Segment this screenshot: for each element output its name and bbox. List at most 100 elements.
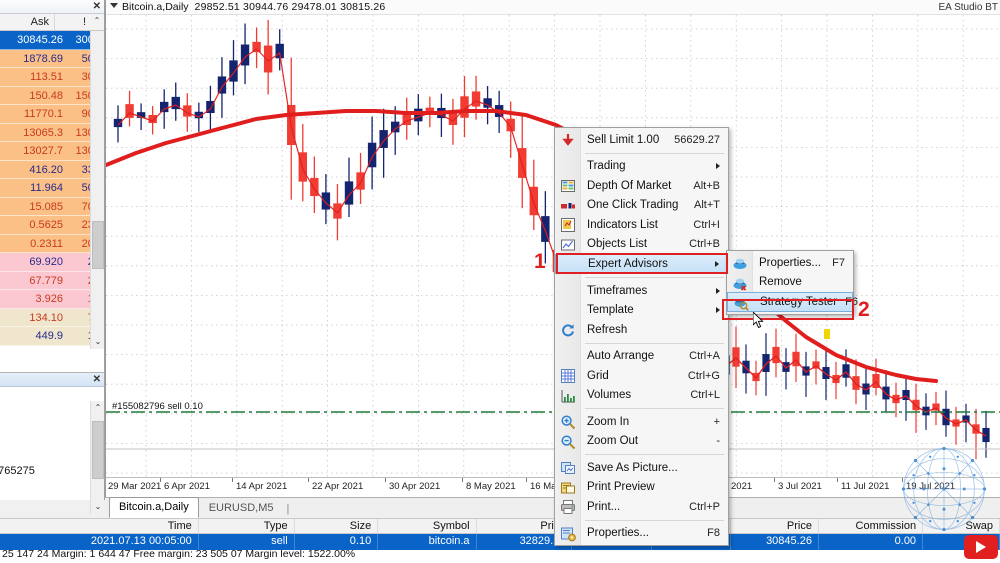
- submenu-item-strategy-tester[interactable]: Strategy Tester F6: [727, 292, 858, 312]
- menu-item-template[interactable]: Template: [555, 301, 728, 321]
- menu-item-auto-arrange[interactable]: Auto Arrange Ctrl+A: [555, 347, 728, 367]
- menu-item-objects-list[interactable]: Objects List Ctrl+B: [555, 235, 728, 255]
- x-axis-tick: [526, 478, 527, 482]
- market-watch-row[interactable]: 416.20337: [0, 160, 104, 179]
- market-watch-ask: 113.51: [30, 71, 63, 83]
- column-header-size[interactable]: Size: [295, 519, 379, 533]
- menu-item-grid[interactable]: Grid Ctrl+G: [555, 366, 728, 386]
- market-watch-titlebar: ✕: [0, 0, 104, 14]
- market-watch-ask: 69.920: [29, 256, 63, 268]
- menu-item-shortcut: Ctrl+B: [689, 238, 720, 251]
- market-watch-row[interactable]: 134.1070: [0, 308, 104, 327]
- chart-context-menu[interactable]: Sell Limit 1.00 56629.27 Trading Depth Of M…: [554, 127, 729, 546]
- column-header-symbol[interactable]: Symbol: [378, 519, 477, 533]
- close-icon[interactable]: ✕: [93, 0, 101, 13]
- market-watch-row[interactable]: 0.5625230: [0, 216, 104, 235]
- table-cell: sell: [199, 534, 295, 550]
- column-header-time[interactable]: Time: [0, 519, 199, 533]
- menu-separator: [585, 408, 724, 409]
- column-header-price[interactable]: Price: [731, 519, 819, 533]
- menu-item-expert-advisors[interactable]: Expert Advisors: [555, 254, 728, 274]
- column-header-ask[interactable]: Ask: [0, 14, 54, 30]
- table-row[interactable]: 2021.07.13 00:05:00 sell 0.10 bitcoin.a 3282…: [0, 534, 1000, 550]
- chart-tab-2[interactable]: EURUSD,M5: [200, 499, 283, 518]
- market-watch-row[interactable]: 150.48 1500: [0, 86, 104, 105]
- submenu-item-label: Strategy Tester: [760, 296, 838, 308]
- x-axis-tick: [385, 478, 386, 482]
- market-watch-row[interactable]: 11.964500: [0, 179, 104, 198]
- x-axis-label: 30 Apr 2021: [389, 481, 441, 492]
- menu-item-timeframes[interactable]: Timeframes: [555, 281, 728, 301]
- market-watch-row[interactable]: 67.77924: [0, 271, 104, 290]
- market-watch-row[interactable]: 69.92024: [0, 253, 104, 272]
- menu-item-label: Print...: [587, 500, 621, 513]
- menu-item-refresh[interactable]: Refresh: [555, 320, 728, 340]
- market-watch-ask: 15.085: [29, 200, 63, 213]
- scroll-up-icon[interactable]: ⌃: [90, 14, 104, 30]
- market-watch-row[interactable]: 0.2311200: [0, 234, 104, 253]
- menu-item-one-click-trading[interactable]: One Click Trading Alt+T: [555, 196, 728, 216]
- market-watch-ask: 30845.26: [17, 34, 63, 46]
- x-axis-tick: [902, 478, 903, 482]
- market-watch-ask: 11.964: [30, 182, 63, 194]
- menu-item-properties[interactable]: Properties... F8: [555, 524, 728, 544]
- menu-item-trading[interactable]: Trading: [555, 157, 728, 177]
- market-watch-row[interactable]: 582.15612: [0, 345, 104, 349]
- menu-separator: [585, 342, 724, 344]
- menu-item-indicators-list[interactable]: Indicators List Ctrl+I: [555, 215, 728, 235]
- chart-plot-area[interactable]: #155082796 sell 0.10: [106, 15, 1000, 477]
- market-watch-row[interactable]: 11770.1900: [0, 105, 104, 124]
- market-watch-row[interactable]: 13027.7 1300: [0, 142, 104, 161]
- market-watch-ask: 13027.7: [23, 145, 63, 157]
- market-watch-ask: 67.779: [29, 274, 63, 287]
- x-axis-label: 6 Apr 2021: [164, 481, 210, 492]
- menu-item-print-preview[interactable]: Print Preview: [555, 478, 728, 498]
- market-watch-row[interactable]: 15.085700: [0, 197, 104, 216]
- tab-separator: |: [286, 503, 290, 515]
- menu-item-label: Save As Picture...: [587, 461, 678, 474]
- menu-item-volumes[interactable]: Volumes Ctrl+L: [555, 386, 728, 406]
- menu-item-label: Volumes: [587, 389, 632, 402]
- menu-item-zoom-in[interactable]: Zoom In +: [555, 412, 728, 432]
- close-icon[interactable]: ✕: [93, 373, 101, 386]
- scroll-down-icon[interactable]: ⌄: [91, 335, 105, 349]
- x-axis-tick: [774, 478, 775, 482]
- market-watch-row[interactable]: 1878.69500: [0, 49, 104, 68]
- market-watch-row[interactable]: 30845.26 3000: [0, 31, 104, 50]
- market-watch-panel: ✕ Ask ! ⌃ 30845.2630001878.69500113.5130…: [0, 0, 105, 372]
- column-header-commission[interactable]: Commission: [819, 519, 924, 533]
- market-watch-row[interactable]: 3.92617: [0, 290, 104, 309]
- column-header-swap[interactable]: Swap: [923, 519, 1000, 533]
- market-watch-row[interactable]: 113.51308: [0, 68, 104, 87]
- volumes-icon: [561, 389, 575, 402]
- column-header-volume[interactable]: !: [54, 14, 90, 30]
- market-watch-row[interactable]: 13065.3 1300: [0, 123, 104, 142]
- scrollbar-thumb[interactable]: [92, 221, 104, 269]
- chevron-down-icon[interactable]: [110, 3, 118, 8]
- x-axis-tick: [232, 478, 233, 482]
- menu-item-label: Grid: [587, 369, 609, 382]
- market-watch-header: Ask ! ⌃: [0, 14, 104, 31]
- menu-item-zoom-out[interactable]: Zoom Out -: [555, 432, 728, 452]
- chart-x-axis: 29 Mar 2021 6 Apr 2021 14 Apr 2021 22 Apr 2…: [106, 477, 1000, 497]
- navigator-account-text: 8765275: [0, 465, 35, 477]
- menu-item-print[interactable]: Print... Ctrl+P: [555, 497, 728, 517]
- chart-window[interactable]: Bitcoin.a,Daily 29852.51 30944.76 29478.0…: [105, 0, 1000, 497]
- menu-item-save-as-picture[interactable]: Save As Picture...: [555, 458, 728, 478]
- column-header-type[interactable]: Type: [199, 519, 295, 533]
- menu-item-sell-limit-1-00[interactable]: Sell Limit 1.00 56629.27: [555, 130, 728, 150]
- submenu-item-remove[interactable]: Remove: [727, 273, 853, 293]
- expert-advisors-submenu[interactable]: Properties... F7 Remove Strategy Tester F6: [726, 250, 858, 315]
- menu-item-depth-of-market[interactable]: Depth Of Market Alt+B: [555, 176, 728, 196]
- navigator-panel: ✕ 8765275 ⌃ ⌄: [0, 372, 105, 514]
- x-axis-tick: [837, 478, 838, 482]
- scroll-up-icon[interactable]: ⌃: [91, 401, 105, 415]
- market-watch-row[interactable]: 449.914: [0, 327, 104, 346]
- navigator-scrollbar[interactable]: ⌃ ⌄: [90, 401, 104, 514]
- scrollbar-thumb[interactable]: [92, 421, 104, 479]
- market-watch-scrollbar[interactable]: ⌄: [90, 31, 104, 349]
- scroll-down-icon[interactable]: ⌄: [91, 500, 105, 514]
- x-axis-tick: [308, 478, 309, 482]
- chart-tab-1[interactable]: Bitcoin.a,Daily: [109, 497, 199, 518]
- submenu-item-properties[interactable]: Properties... F7: [727, 253, 853, 273]
